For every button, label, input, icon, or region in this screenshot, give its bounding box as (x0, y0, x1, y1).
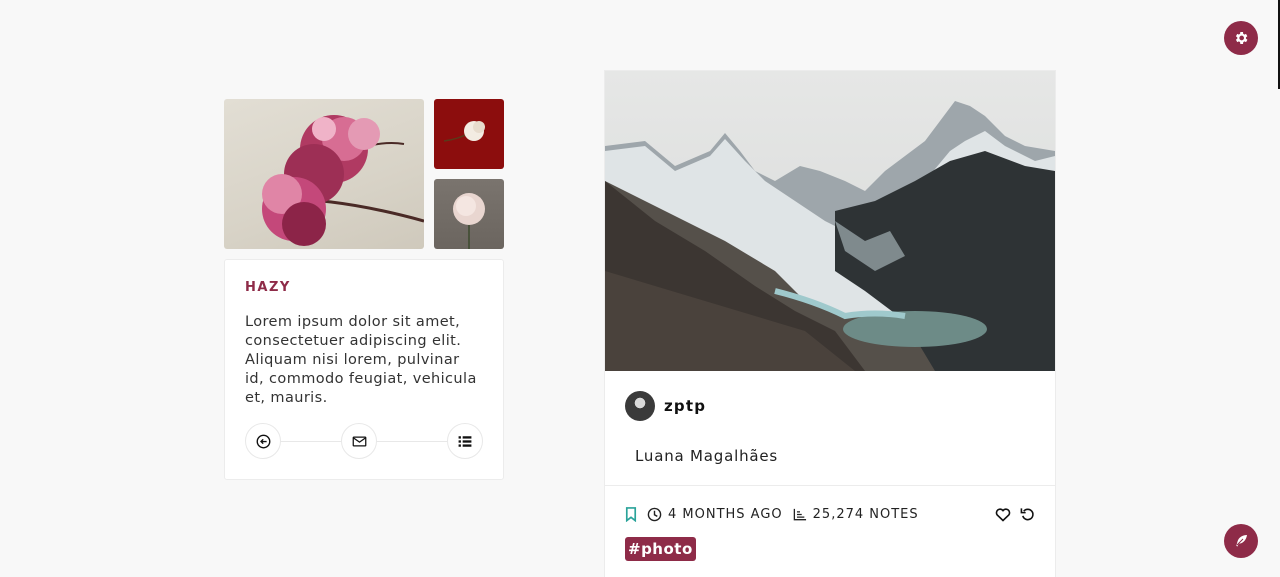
post-caption: Luana Magalhães (635, 447, 779, 465)
heart-icon (995, 507, 1011, 522)
notes-count: 25,274 NOTES (812, 507, 919, 522)
gear-icon (1235, 32, 1248, 44)
arrow-left-circle-icon (256, 434, 270, 448)
post-meta: 4 MONTHS AGO 25,274 NOTES (605, 486, 1055, 543)
settings-button[interactable] (1224, 21, 1258, 55)
envelope-icon (352, 436, 366, 446)
pink-peony-image (262, 115, 424, 246)
white-flower-image (443, 121, 485, 142)
clock-icon (647, 507, 662, 522)
blog-description: Lorem ipsum dolor sit amet, consectetuer… (245, 314, 477, 406)
bookmark-item[interactable] (625, 507, 637, 522)
archive-button[interactable] (447, 423, 483, 459)
post-time-label: 4 MONTHS AGO (668, 507, 783, 522)
flower-thumbnail-grey[interactable] (434, 179, 504, 249)
blog-title: HAZY (245, 280, 291, 295)
post-header: zptp (605, 371, 1055, 441)
flower-thumbnail-red[interactable] (434, 99, 504, 169)
card-actions (245, 423, 483, 459)
mountain-lake-photo[interactable] (605, 71, 1055, 371)
chart-icon (793, 508, 806, 521)
blog-info-card: HAZY Lorem ipsum dolor sit amet, consect… (224, 259, 504, 480)
back-button[interactable] (245, 423, 281, 459)
reblog-button[interactable] (1020, 507, 1035, 522)
flower-photo-main[interactable] (224, 99, 424, 249)
compose-button[interactable] (1224, 524, 1258, 558)
feather-icon (1236, 535, 1247, 547)
list-icon (458, 435, 472, 447)
peony-flower-image (453, 193, 485, 249)
mail-button[interactable] (341, 423, 377, 459)
photo-post: zptp Luana Magalhães 4 MONTHS AGO 25,274… (604, 70, 1056, 577)
post-notes[interactable]: 25,274 NOTES (793, 507, 919, 522)
reblog-icon (1020, 508, 1034, 521)
post-time[interactable]: 4 MONTHS AGO (647, 507, 783, 522)
bookmark-icon (625, 507, 637, 522)
post-tag[interactable]: #photo (625, 537, 696, 561)
like-button[interactable] (995, 507, 1011, 522)
sidebar-gallery (224, 99, 504, 249)
username[interactable]: zptp (664, 397, 706, 415)
avatar[interactable] (625, 391, 655, 421)
